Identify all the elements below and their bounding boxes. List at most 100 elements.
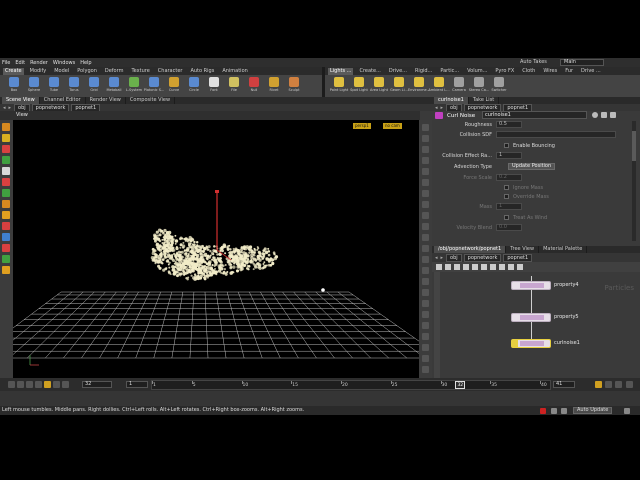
- shelf-tool-l-system[interactable]: L-System: [124, 77, 144, 97]
- display-option-icon[interactable]: [422, 201, 429, 208]
- display-option-icon[interactable]: [422, 278, 429, 285]
- shelf-tool-switcher[interactable]: Switcher: [489, 77, 509, 97]
- cook-icon[interactable]: [551, 408, 557, 414]
- node-network[interactable]: Particles property4 property5 curlnoise1: [432, 272, 640, 378]
- toolbar-icon[interactable]: [472, 264, 478, 270]
- move-tool-icon[interactable]: [2, 134, 10, 142]
- menu-file[interactable]: File: [2, 60, 10, 66]
- shelf-tab-rigid[interactable]: Rigid...: [413, 68, 434, 75]
- display-option-icon[interactable]: [422, 190, 429, 197]
- end-frame-field[interactable]: 41: [553, 381, 575, 388]
- shelf-tool-geom-li-[interactable]: Geom Li...: [389, 77, 409, 97]
- display-option-icon[interactable]: [422, 267, 429, 274]
- shelf-tool-grid[interactable]: Grid: [84, 77, 104, 97]
- display-option-icon[interactable]: [422, 344, 429, 351]
- toolbar-icon[interactable]: [517, 264, 523, 270]
- update-mode-icon[interactable]: [624, 408, 630, 414]
- shelf-tab-cloth[interactable]: Cloth: [520, 68, 537, 75]
- shelf-tab-modify[interactable]: Modify: [28, 68, 49, 75]
- scale-handle-icon[interactable]: [2, 211, 10, 219]
- shelf-tool-tube[interactable]: Tube: [44, 77, 64, 97]
- param-scrollbar[interactable]: [632, 121, 636, 241]
- param-value-field[interactable]: 1: [496, 152, 522, 159]
- start-frame-field[interactable]: 1: [126, 381, 148, 388]
- jump-end-icon[interactable]: [62, 381, 69, 388]
- path-crumb-popnetwork[interactable]: popnetwork: [463, 253, 502, 262]
- current-frame-field[interactable]: 32: [82, 381, 112, 388]
- advection-type-menu[interactable]: Update Position: [508, 163, 556, 170]
- menu-edit[interactable]: Edit: [15, 60, 25, 66]
- tab-composite-view[interactable]: Composite View: [126, 97, 176, 104]
- display-option-icon[interactable]: [422, 322, 429, 329]
- tab-material-palette[interactable]: Material Palette: [539, 246, 588, 253]
- back-arrow-icon[interactable]: ◂: [435, 255, 438, 261]
- menu-help[interactable]: Help: [80, 60, 91, 66]
- cursor-icon[interactable]: [2, 233, 10, 241]
- node-name-field[interactable]: curlnoise1: [482, 111, 587, 119]
- toolbar-icon[interactable]: [508, 264, 514, 270]
- param-value-field[interactable]: 0.2: [496, 174, 522, 181]
- back-arrow-icon[interactable]: ◂: [3, 105, 6, 111]
- display-flag[interactable]: [512, 340, 518, 347]
- menu-windows[interactable]: Windows: [53, 60, 75, 66]
- grid-tool-icon[interactable]: [2, 255, 10, 263]
- node-property4[interactable]: [511, 281, 551, 290]
- shelf-tab-pyro-fx[interactable]: Pyro FX: [493, 68, 516, 75]
- forward-arrow-icon[interactable]: ▸: [9, 105, 12, 111]
- shelf-tool-circle[interactable]: Circle: [184, 77, 204, 97]
- play-icon[interactable]: [44, 381, 51, 388]
- shelf-tab-polygon[interactable]: Polygon: [75, 68, 99, 75]
- param-checkbox[interactable]: [504, 215, 509, 220]
- shelf-tab-create[interactable]: Create: [3, 67, 24, 75]
- shelf-tab-auto-rigs[interactable]: Auto Rigs: [188, 68, 216, 75]
- shelf-tab-model[interactable]: Model: [52, 68, 71, 75]
- shelf-tool-sculpt[interactable]: Sculpt: [284, 77, 304, 97]
- toolbar-icon[interactable]: [436, 264, 442, 270]
- view-tool-icon[interactable]: [2, 189, 10, 197]
- shelf-tab-texture[interactable]: Texture: [129, 68, 151, 75]
- display-option-icon[interactable]: [422, 179, 429, 186]
- scale-tool-icon[interactable]: [2, 156, 10, 164]
- display-option-icon[interactable]: [422, 157, 429, 164]
- desktop-select[interactable]: Main: [560, 59, 604, 66]
- path-crumb-obj[interactable]: obj: [446, 253, 462, 262]
- display-option-icon[interactable]: [422, 289, 429, 296]
- shelf-tool-area-light[interactable]: Area Light: [369, 77, 389, 97]
- shelf-tab-drive-2[interactable]: Drive ...: [579, 68, 603, 75]
- forward-arrow-icon[interactable]: ▸: [441, 105, 444, 111]
- shelf-tab-animation[interactable]: Animation: [220, 68, 250, 75]
- display-option-icon[interactable]: [422, 311, 429, 318]
- no-cam-menu[interactable]: no cam: [383, 123, 402, 129]
- toolbar-icon[interactable]: [499, 264, 505, 270]
- shelf-tab-fur[interactable]: Fur: [563, 68, 575, 75]
- shelf-tool-ambient-l-[interactable]: Ambient L...: [428, 77, 450, 97]
- tab-network-path[interactable]: /obj/popnetwork/popnet1: [434, 246, 507, 253]
- param-value-field[interactable]: 0.5: [496, 121, 522, 128]
- shelf-tool-platonic-s-[interactable]: Platonic S...: [144, 77, 164, 97]
- shelf-tab-drive[interactable]: Drive...: [387, 68, 409, 75]
- shelf-tab-character[interactable]: Character: [156, 68, 185, 75]
- shelf-tool-curve[interactable]: Curve: [164, 77, 184, 97]
- display-option-icon[interactable]: [422, 333, 429, 340]
- pose-tool-icon[interactable]: [2, 178, 10, 186]
- shelf-tool-file[interactable]: File: [224, 77, 244, 97]
- step-back-icon[interactable]: [17, 381, 24, 388]
- handle-tool-icon[interactable]: [2, 167, 10, 175]
- auto-takes-toggle[interactable]: Auto Takes: [520, 59, 547, 65]
- shelf-tool-metaball[interactable]: Metaball: [104, 77, 124, 97]
- gear-icon[interactable]: [592, 112, 598, 118]
- step-forward-icon[interactable]: [53, 381, 60, 388]
- shelf-tool-stereo-ca-[interactable]: Stereo Ca...: [469, 77, 489, 97]
- param-value-field[interactable]: 1: [496, 203, 522, 210]
- param-checkbox[interactable]: [504, 143, 509, 148]
- stop-icon[interactable]: [35, 381, 42, 388]
- toolbar-icon[interactable]: [445, 264, 451, 270]
- toolbar-icon[interactable]: [490, 264, 496, 270]
- play-reverse-icon[interactable]: [26, 381, 33, 388]
- node-curlnoise1[interactable]: [511, 339, 551, 348]
- shelf-tab-lights[interactable]: Lights ...: [328, 67, 354, 75]
- param-checkbox[interactable]: [504, 194, 509, 199]
- performance-icon[interactable]: [561, 408, 567, 414]
- display-option-icon[interactable]: [422, 135, 429, 142]
- jump-start-icon[interactable]: [8, 381, 15, 388]
